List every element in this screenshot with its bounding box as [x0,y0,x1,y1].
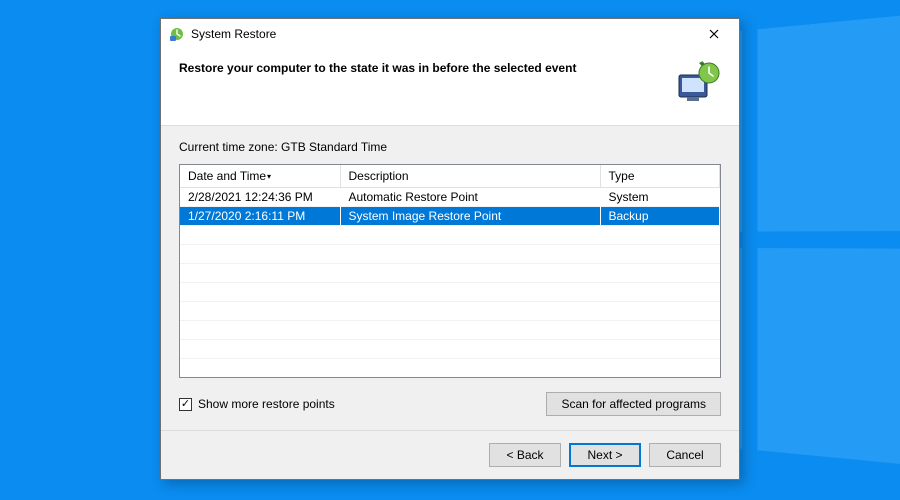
cell-description: System Image Restore Point [340,207,600,226]
cell-datetime: 2/28/2021 12:24:36 PM [180,188,340,207]
titlebar[interactable]: System Restore [161,19,739,49]
table-row-empty: . [180,226,720,245]
dialog-header: Restore your computer to the state it wa… [161,49,739,126]
column-header-description[interactable]: Description [340,165,600,188]
restore-points-table[interactable]: Date and Time▾ Description Type 2/28/202… [179,164,721,378]
window-title: System Restore [191,27,693,41]
column-header-type[interactable]: Type [600,165,720,188]
system-restore-icon [169,26,185,42]
cell-type: Backup [600,207,720,226]
sort-desc-icon: ▾ [267,172,271,181]
column-header-datetime[interactable]: Date and Time▾ [180,165,340,188]
cell-description: Automatic Restore Point [340,188,600,207]
column-header-label: Description [349,169,409,183]
show-more-checkbox[interactable]: ✓ Show more restore points [179,397,335,411]
table-row-empty: . [180,245,720,264]
close-button[interactable] [693,21,735,47]
checkbox-label: Show more restore points [198,397,335,411]
table-actions-row: ✓ Show more restore points Scan for affe… [179,392,721,416]
dialog-body: Current time zone: GTB Standard Time Dat… [161,126,739,430]
back-button[interactable]: < Back [489,443,561,467]
table-row-empty: . [180,264,720,283]
close-icon [709,29,719,39]
dialog-footer: < Back Next > Cancel [161,430,739,479]
page-title: Restore your computer to the state it wa… [179,61,661,75]
scan-affected-button[interactable]: Scan for affected programs [546,392,721,416]
table-row-empty: . [180,340,720,359]
table-row-empty: . [180,302,720,321]
table-row-empty: . [180,359,720,378]
checkbox-icon: ✓ [179,398,192,411]
restore-hero-icon [673,61,721,105]
table-row[interactable]: 2/28/2021 12:24:36 PM Automatic Restore … [180,188,720,207]
cell-type: System [600,188,720,207]
table-row[interactable]: 1/27/2020 2:16:11 PM System Image Restor… [180,207,720,226]
timezone-label: Current time zone: GTB Standard Time [179,140,721,154]
system-restore-dialog: System Restore Restore your computer to … [160,18,740,480]
column-header-label: Type [609,169,635,183]
table-row-empty: . [180,321,720,340]
next-button[interactable]: Next > [569,443,641,467]
cancel-button[interactable]: Cancel [649,443,721,467]
cell-datetime: 1/27/2020 2:16:11 PM [180,207,340,226]
column-header-label: Date and Time [188,169,266,183]
table-row-empty: . [180,283,720,302]
